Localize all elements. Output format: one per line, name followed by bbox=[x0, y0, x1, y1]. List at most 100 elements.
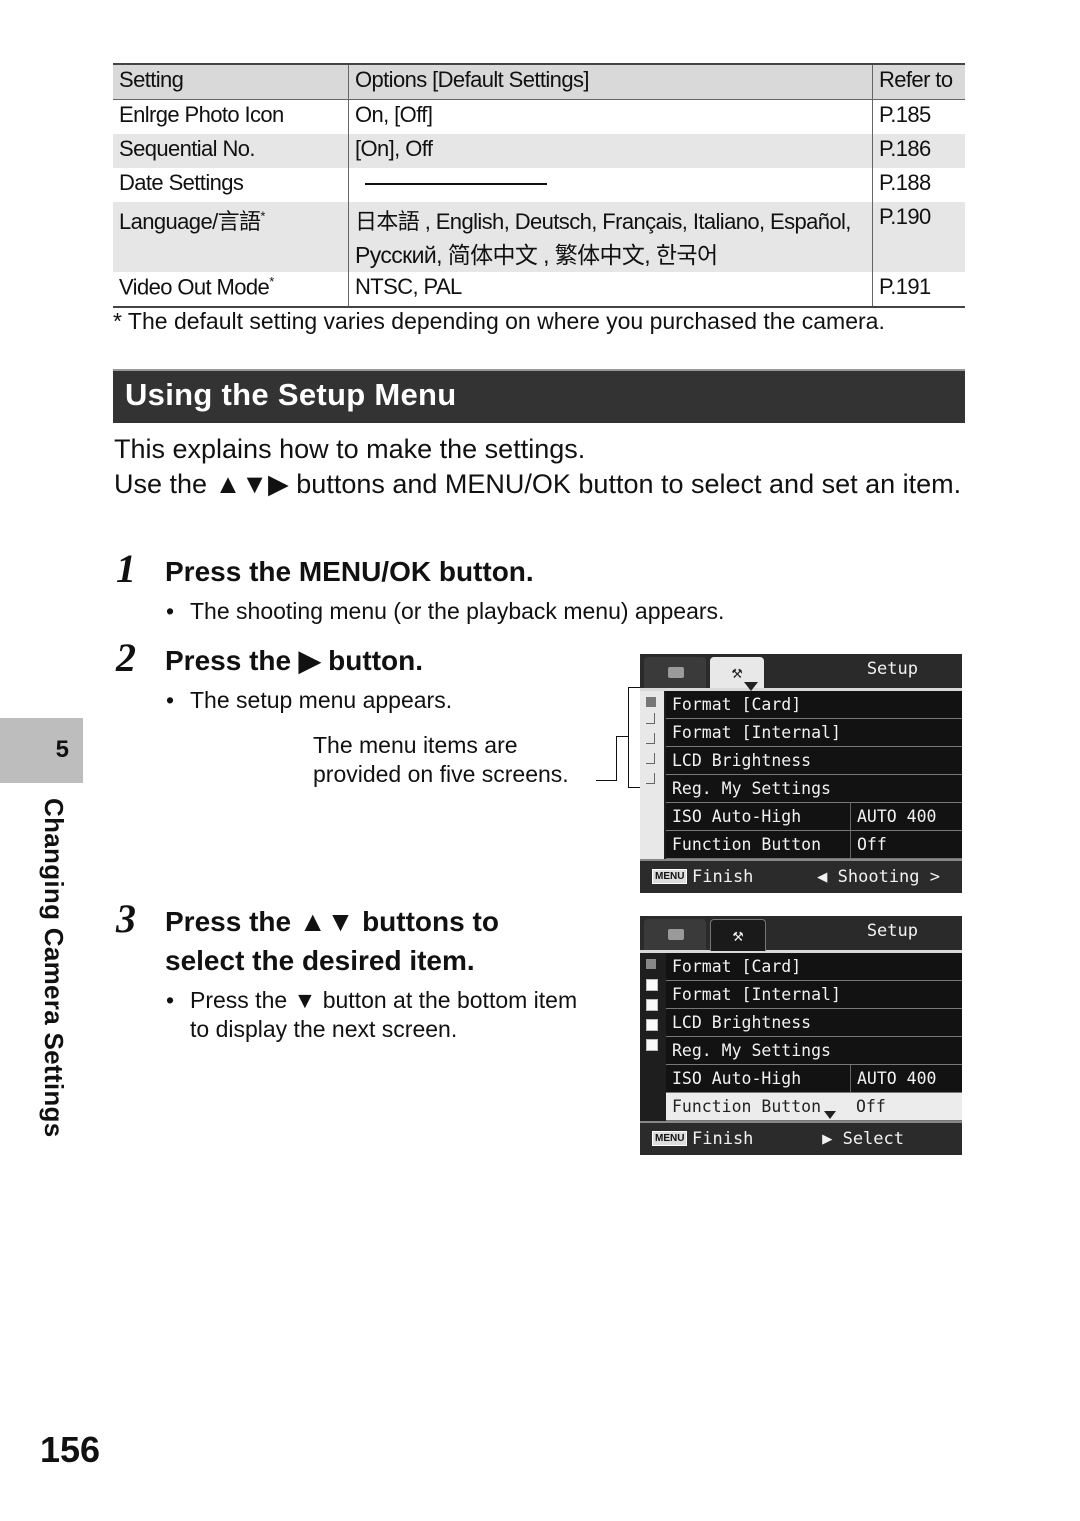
footer-finish: Finish bbox=[692, 1129, 754, 1149]
cell-setting: Date Settings bbox=[119, 170, 244, 195]
menu-item-label: Format [Card] bbox=[672, 695, 802, 714]
not-applicable-dash bbox=[365, 183, 547, 186]
camera-tab-bar: ⚒ Setup bbox=[640, 654, 962, 691]
menu-title: Setup bbox=[866, 659, 918, 679]
page-number: 156 bbox=[40, 1429, 101, 1470]
cell-refer: P.190 bbox=[872, 202, 965, 272]
bullet-dot: • bbox=[166, 598, 175, 624]
title-text: Press the bbox=[165, 645, 299, 676]
menu-item-label: Format [Internal] bbox=[672, 985, 841, 1004]
bullet-line-2: to display the next screen. bbox=[190, 1016, 458, 1042]
title-text: button. bbox=[320, 645, 424, 676]
menu-item-lcd-brightness[interactable]: LCD Brightness bbox=[666, 1009, 962, 1037]
menu-item-label: Reg. My Settings bbox=[672, 779, 831, 798]
menu-item-format-internal[interactable]: Format [Internal] bbox=[666, 719, 962, 747]
page-indicator-mark bbox=[646, 713, 655, 724]
menu-items: Format [Card] Format [Internal] LCD Brig… bbox=[666, 691, 962, 859]
setting-label: Language/言語 bbox=[119, 209, 261, 234]
menu-item-value: AUTO 400 bbox=[850, 1065, 936, 1092]
page-indicator bbox=[640, 691, 664, 859]
page-indicator-mark bbox=[646, 1039, 658, 1051]
menu-item-format-card[interactable]: Format [Card] bbox=[666, 953, 962, 981]
cell-refer: P.188 bbox=[872, 168, 965, 202]
menu-item-value: Off bbox=[850, 831, 887, 858]
intro-text: This explains how to make the settings. … bbox=[114, 432, 974, 502]
camera-footer: MENU Finish ▶ Select bbox=[640, 1121, 962, 1155]
cell-setting: Enlrge Photo Icon bbox=[119, 102, 284, 127]
bullet-text: Press the bbox=[190, 987, 294, 1013]
menu-item-label: Function Button bbox=[672, 835, 822, 854]
tab-shooting[interactable] bbox=[644, 919, 706, 950]
arrow-buttons-icon: ▲▼▶ bbox=[214, 469, 289, 499]
page-indicator-mark bbox=[646, 999, 658, 1011]
intro-line-1: This explains how to make the settings. bbox=[114, 434, 586, 464]
camera-tab-bar: ⚒ Setup bbox=[640, 916, 962, 953]
chapter-tab: 5 bbox=[0, 718, 83, 783]
table-row: Date Settings P.188 bbox=[113, 168, 965, 202]
menu-item-label: LCD Brightness bbox=[672, 1013, 812, 1032]
page-indicator-mark bbox=[646, 773, 655, 784]
footer-finish: Finish bbox=[692, 867, 754, 887]
menu-item-lcd-brightness[interactable]: LCD Brightness bbox=[666, 747, 962, 775]
menu-item-function-button[interactable]: Function Button Off bbox=[666, 831, 962, 859]
table-row: Language/言語* 日本語 , English, Deutsch, Fra… bbox=[113, 202, 965, 272]
wrench-icon: ⚒ bbox=[731, 662, 743, 683]
callout-note: The menu items are provided on five scre… bbox=[313, 731, 569, 789]
callout-line: The menu items are bbox=[313, 732, 518, 758]
camera-footer: MENU Finish ◀ Shooting > bbox=[640, 859, 962, 893]
right-arrow-icon: ▶ bbox=[298, 645, 321, 676]
chapter-title: Changing Camera Settings bbox=[39, 798, 69, 1138]
callout-line: provided on five screens. bbox=[313, 761, 569, 787]
menu-item-reg-my-settings[interactable]: Reg. My Settings bbox=[666, 1037, 962, 1065]
menu-item-function-button-selected[interactable]: Function Button Off bbox=[666, 1093, 962, 1121]
menu-button-icon: MENU bbox=[652, 869, 688, 884]
step-title: Press the ▶ button. bbox=[165, 641, 423, 680]
camera-icon bbox=[668, 929, 684, 940]
menu-item-reg-my-settings[interactable]: Reg. My Settings bbox=[666, 775, 962, 803]
scroll-down-icon bbox=[824, 1111, 836, 1119]
table-header-row: Setting Options [Default Settings] Refer… bbox=[113, 63, 965, 100]
cell-options: [On], Off bbox=[348, 134, 873, 168]
menu-item-format-internal[interactable]: Format [Internal] bbox=[666, 981, 962, 1009]
intro-line-2: Use the ▲▼▶ buttons and MENU/OK button t… bbox=[114, 467, 974, 502]
chapter-number: 5 bbox=[55, 736, 69, 763]
menu-title: Setup bbox=[866, 921, 918, 941]
step-bullet: • The setup menu appears. bbox=[166, 686, 452, 715]
page-indicator bbox=[640, 953, 664, 1121]
title-text: Press the bbox=[165, 906, 299, 937]
menu-item-format-card[interactable]: Format [Card] bbox=[666, 691, 962, 719]
up-down-arrow-icon: ▲▼ bbox=[298, 906, 355, 937]
footnote-mark: * bbox=[269, 274, 274, 289]
cell-setting: Language/言語* bbox=[113, 202, 349, 272]
step-number: 1 bbox=[116, 546, 136, 591]
options-line-2: Русский, 简体中文 , 繁体中文, 한국어 bbox=[355, 242, 718, 268]
menu-item-iso-auto-high[interactable]: ISO Auto-High AUTO 400 bbox=[666, 803, 962, 831]
menu-item-value: AUTO 400 bbox=[850, 803, 936, 830]
footer-shooting: ◀ Shooting > bbox=[817, 867, 940, 887]
page-indicator-current bbox=[646, 697, 656, 707]
menu-item-iso-auto-high[interactable]: ISO Auto-High AUTO 400 bbox=[666, 1065, 962, 1093]
page-indicator-current bbox=[646, 959, 656, 969]
cell-setting: Sequential No. bbox=[113, 134, 349, 168]
tab-setup[interactable]: ⚒ bbox=[710, 919, 766, 951]
cell-options bbox=[348, 168, 873, 202]
header-options: Options [Default Settings] bbox=[348, 63, 873, 100]
cell-options: On, [Off] bbox=[348, 99, 873, 134]
bullet-text: button at the bottom item bbox=[316, 987, 578, 1013]
intro-text-part: Use the bbox=[114, 469, 215, 499]
footnote-mark: * bbox=[260, 208, 265, 224]
title-text: buttons to bbox=[354, 906, 499, 937]
settings-table: Setting Options [Default Settings] Refer… bbox=[113, 63, 965, 308]
tab-shooting[interactable] bbox=[644, 657, 706, 688]
bullet-dot: • bbox=[166, 987, 175, 1013]
camera-screen-select-item: ⚒ Setup Format [Card] Format [Internal] … bbox=[640, 916, 962, 1155]
tab-pointer-icon bbox=[744, 682, 758, 691]
menu-item-label: ISO Auto-High bbox=[672, 807, 802, 826]
page-indicator-mark bbox=[646, 733, 655, 744]
section-heading: Using the Setup Menu bbox=[113, 369, 965, 423]
menu-items: Format [Card] Format [Internal] LCD Brig… bbox=[666, 953, 962, 1121]
menu-button-icon: MENU bbox=[652, 1131, 688, 1146]
cell-refer: P.191 bbox=[872, 272, 965, 308]
intro-text-part: buttons and MENU/OK button to select and… bbox=[288, 469, 962, 499]
table-row: Enlrge Photo Icon On, [Off] P.185 bbox=[113, 99, 965, 134]
